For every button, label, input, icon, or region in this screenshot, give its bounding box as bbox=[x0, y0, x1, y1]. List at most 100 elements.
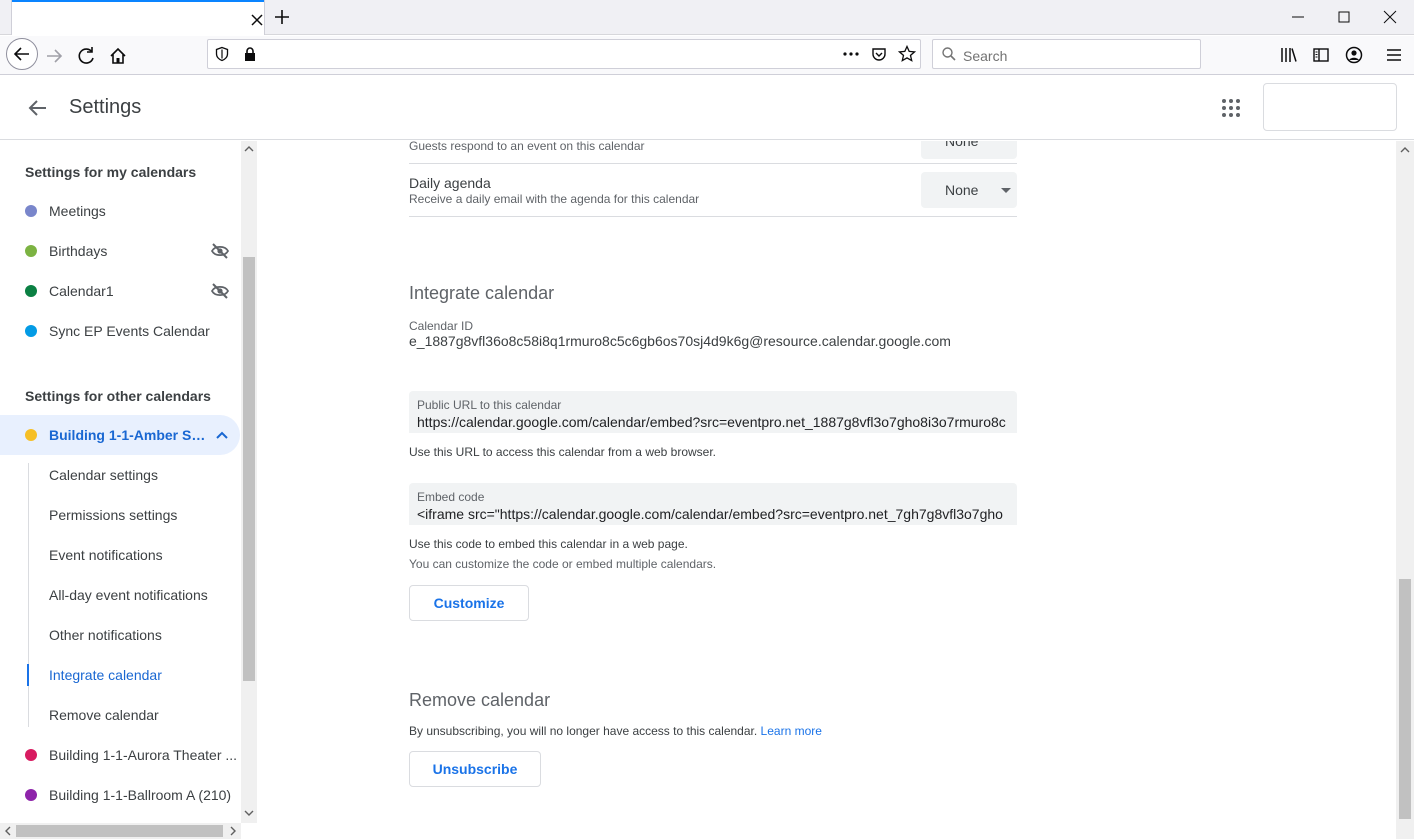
row-separator bbox=[409, 216, 1017, 217]
field-label: Public URL to this calendar bbox=[417, 398, 562, 412]
forward-icon[interactable] bbox=[40, 42, 68, 70]
scroll-up-icon[interactable] bbox=[244, 144, 254, 154]
search-bar[interactable]: Search bbox=[932, 39, 1201, 69]
sidebar-item-building-amber[interactable]: Building 1-1-Amber Sa... bbox=[0, 415, 240, 455]
sidebar-hscroll-thumb[interactable] bbox=[16, 825, 223, 837]
sidebar-toggle-icon[interactable] bbox=[1312, 46, 1330, 64]
sidebar-subitem-calendar-settings[interactable]: Calendar settings bbox=[0, 455, 240, 495]
sidebar-subitem-integrate-calendar[interactable]: Integrate calendar bbox=[0, 655, 240, 695]
sidebar-subitem-permissions[interactable]: Permissions settings bbox=[0, 495, 240, 535]
integrate-calendar-title: Integrate calendar bbox=[409, 283, 555, 303]
visibility-off-icon[interactable] bbox=[210, 282, 230, 300]
sidebar-subitem-label: Integrate calendar bbox=[49, 667, 162, 683]
my-calendars-heading: Settings for my calendars bbox=[25, 164, 197, 180]
browser-tab-bar bbox=[0, 0, 1414, 35]
sidebar-subitem-label: All-day event notifications bbox=[49, 587, 208, 603]
public-url-field[interactable]: Public URL to this calendar https://cale… bbox=[409, 391, 1017, 433]
public-url-help: Use this URL to access this calendar fro… bbox=[409, 445, 717, 459]
sidebar-item-calendar1[interactable]: Calendar1 bbox=[0, 271, 240, 311]
minimize-icon[interactable] bbox=[1288, 7, 1308, 27]
sidebar-item-label: Birthdays bbox=[49, 243, 108, 259]
guest-response-description: Guests respond to an event on this calen… bbox=[409, 141, 645, 153]
sidebar-item-label: Building 1-1-Amber Sa... bbox=[49, 427, 209, 443]
sidebar-item-building-ballroom[interactable]: Building 1-1-Ballroom A (210) bbox=[0, 775, 240, 815]
close-tab-icon[interactable] bbox=[249, 12, 265, 28]
calendar-color-dot bbox=[25, 245, 37, 257]
sidebar-item-label: Calendar1 bbox=[49, 283, 114, 299]
select-value: None bbox=[945, 141, 979, 149]
settings-main: None Guests respond to an event on this … bbox=[257, 141, 1396, 839]
sidebar-subitem-remove-calendar[interactable]: Remove calendar bbox=[0, 695, 240, 735]
guest-response-select[interactable]: None bbox=[921, 141, 1017, 159]
back-icon[interactable] bbox=[6, 38, 38, 70]
reload-icon[interactable] bbox=[72, 42, 100, 70]
embed-help-customize: You can customize the code or embed mult… bbox=[409, 557, 717, 571]
sidebar-item-label: Sync EP Events Calendar bbox=[49, 323, 210, 339]
arrow-back-icon[interactable] bbox=[26, 96, 50, 120]
field-label: Embed code bbox=[417, 490, 485, 504]
calendar-id-label: Calendar ID bbox=[409, 319, 474, 333]
maximize-icon[interactable] bbox=[1334, 7, 1354, 27]
browser-nav-bar: Search bbox=[0, 36, 1414, 75]
account-box[interactable] bbox=[1263, 83, 1397, 131]
calendar-color-dot bbox=[25, 285, 37, 297]
scroll-left-icon[interactable] bbox=[3, 826, 13, 836]
sidebar-scrollbar[interactable] bbox=[241, 141, 257, 823]
calendar-color-dot bbox=[25, 325, 37, 337]
lock-icon[interactable] bbox=[242, 46, 258, 62]
url-bar[interactable] bbox=[207, 39, 921, 69]
embed-code-value[interactable]: <iframe src="https://calendar.google.com… bbox=[417, 506, 1003, 522]
sidebar-subitem-other-notifications[interactable]: Other notifications bbox=[0, 615, 240, 655]
page-actions-icon[interactable] bbox=[842, 46, 860, 62]
sidebar-subitem-allday-notifications[interactable]: All-day event notifications bbox=[0, 575, 240, 615]
sidebar-scroll-thumb[interactable] bbox=[243, 257, 255, 681]
bookmark-star-icon[interactable] bbox=[898, 45, 916, 63]
close-window-icon[interactable] bbox=[1380, 7, 1400, 27]
calendar-color-dot bbox=[25, 429, 37, 441]
home-icon[interactable] bbox=[104, 42, 132, 70]
daily-agenda-description: Receive a daily email with the agenda fo… bbox=[409, 192, 700, 206]
sidebar-item-building-aurora[interactable]: Building 1-1-Aurora Theater ... bbox=[0, 735, 240, 775]
learn-more-link[interactable]: Learn more bbox=[761, 724, 822, 738]
scroll-right-icon[interactable] bbox=[228, 826, 238, 836]
row-separator bbox=[409, 163, 1017, 164]
menu-icon[interactable] bbox=[1384, 45, 1404, 65]
daily-agenda-title: Daily agenda bbox=[409, 175, 491, 191]
settings-sidebar: Settings for my calendars Meetings Birth… bbox=[0, 141, 257, 839]
sidebar-item-birthdays[interactable]: Birthdays bbox=[0, 231, 240, 271]
search-placeholder: Search bbox=[963, 48, 1008, 64]
embed-code-field[interactable]: Embed code <iframe src="https://calendar… bbox=[409, 483, 1017, 525]
visibility-off-icon[interactable] bbox=[210, 242, 230, 260]
sidebar-subitem-label: Permissions settings bbox=[49, 507, 178, 523]
remove-calendar-text: By unsubscribing, you will no longer hav… bbox=[409, 724, 822, 738]
public-url-value[interactable]: https://calendar.google.com/calendar/emb… bbox=[417, 414, 1006, 430]
browser-tab[interactable] bbox=[12, 0, 264, 35]
library-icon[interactable] bbox=[1280, 46, 1298, 64]
calendar-color-dot bbox=[25, 205, 37, 217]
daily-agenda-select[interactable]: None bbox=[921, 172, 1017, 208]
account-icon[interactable] bbox=[1344, 45, 1364, 65]
sidebar-horizontal-scrollbar[interactable] bbox=[0, 823, 241, 839]
apps-grid-icon[interactable] bbox=[1219, 96, 1243, 120]
new-tab-icon[interactable] bbox=[272, 7, 292, 27]
scroll-up-icon[interactable] bbox=[1400, 145, 1410, 155]
sidebar-item-meetings[interactable]: Meetings bbox=[0, 191, 240, 231]
scroll-down-icon[interactable] bbox=[244, 808, 254, 818]
shield-icon[interactable] bbox=[214, 46, 230, 62]
dropdown-arrow-icon bbox=[1001, 188, 1011, 193]
sidebar-subitem-event-notifications[interactable]: Event notifications bbox=[0, 535, 240, 575]
sidebar-item-label: Meetings bbox=[49, 203, 106, 219]
app-header: Settings bbox=[0, 76, 1414, 140]
sidebar-item-label: Building 1-1-Aurora Theater ... bbox=[49, 747, 238, 763]
sidebar-item-sync-ep-events[interactable]: Sync EP Events Calendar bbox=[0, 311, 240, 351]
pocket-icon[interactable] bbox=[871, 46, 887, 62]
chevron-up-icon[interactable] bbox=[214, 427, 230, 443]
main-scrollbar[interactable] bbox=[1396, 141, 1414, 839]
main-scroll-thumb[interactable] bbox=[1399, 579, 1411, 819]
unsubscribe-button[interactable]: Unsubscribe bbox=[409, 751, 541, 787]
sidebar-item-label: Building 1-1-Ballroom A (210) bbox=[49, 787, 232, 803]
search-icon bbox=[941, 46, 957, 62]
sidebar-subitem-label: Other notifications bbox=[49, 627, 162, 643]
customize-button[interactable]: Customize bbox=[409, 585, 529, 621]
calendar-color-dot bbox=[25, 749, 37, 761]
